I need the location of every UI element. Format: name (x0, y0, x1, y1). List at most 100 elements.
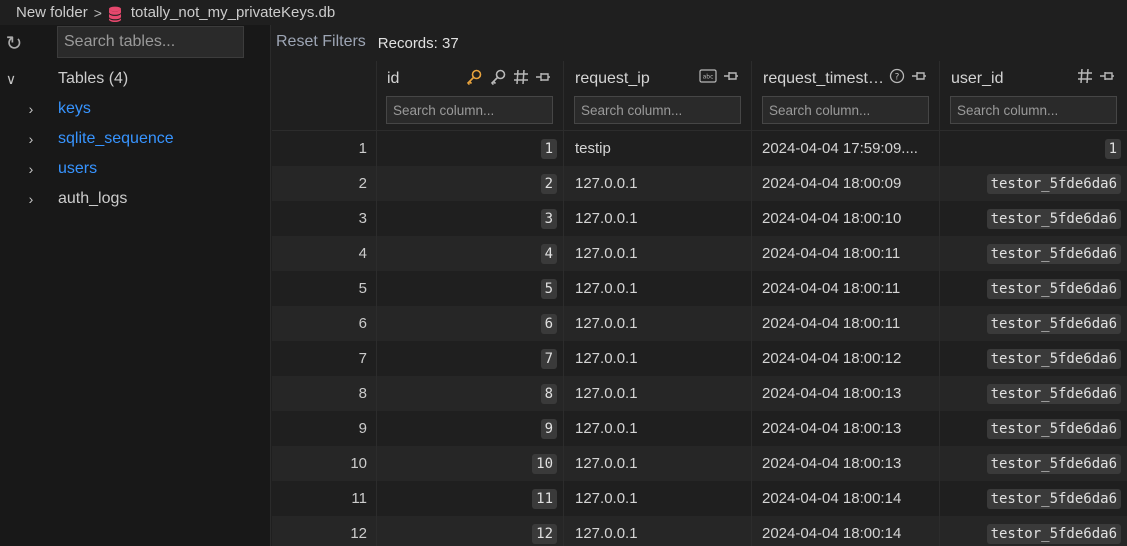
reset-filters-button[interactable]: Reset Filters (276, 33, 366, 51)
cell-user-id[interactable]: testor_5fde6da6 (940, 481, 1127, 516)
cell-request-ip[interactable]: 127.0.0.1 (564, 516, 752, 546)
column-header-id[interactable]: id (376, 61, 564, 131)
table-item-keys[interactable]: › keys (0, 95, 271, 123)
cell-user-id[interactable]: testor_5fde6da6 (940, 201, 1127, 236)
cell-id[interactable]: 3 (376, 201, 564, 236)
user-id-value: testor_5fde6da6 (986, 489, 1121, 509)
cell-request-timestamp[interactable]: 2024-04-04 18:00:11 (752, 306, 940, 341)
number-type-icon (1077, 68, 1093, 84)
cell-request-ip[interactable]: 127.0.0.1 (564, 201, 752, 236)
breadcrumb-file[interactable]: totally_not_my_privateKeys.db (131, 4, 335, 21)
primary-key-icon (465, 68, 483, 86)
cell-id[interactable]: 9 (376, 411, 564, 446)
cell-request-timestamp[interactable]: 2024-04-04 18:00:14 (752, 481, 940, 516)
table-row[interactable]: 10 10 127.0.0.1 2024-04-04 18:00:13 testor_5… (272, 446, 1127, 481)
cell-id[interactable]: 7 (376, 341, 564, 376)
row-number: 2 (358, 175, 367, 192)
column-search-input[interactable] (574, 96, 741, 124)
database-icon (108, 6, 122, 22)
id-value: 8 (540, 384, 557, 404)
cell-request-timestamp[interactable]: 2024-04-04 18:00:11 (752, 236, 940, 271)
cell-user-id[interactable]: testor_5fde6da6 (940, 271, 1127, 306)
table-row[interactable]: 11 11 127.0.0.1 2024-04-04 18:00:14 testor_5… (272, 481, 1127, 516)
column-header-request-ip[interactable]: request_ip abc (564, 61, 752, 131)
cell-user-id[interactable]: 1 (940, 131, 1127, 166)
table-item-users[interactable]: › users (0, 155, 271, 183)
cell-request-timestamp[interactable]: 2024-04-04 18:00:12 (752, 341, 940, 376)
table-row[interactable]: 8 8 127.0.0.1 2024-04-04 18:00:13 testor_5fd… (272, 376, 1127, 411)
column-search-input[interactable] (762, 96, 929, 124)
cell-request-ip[interactable]: 127.0.0.1 (564, 411, 752, 446)
search-tables-input[interactable] (57, 26, 244, 58)
table-item-auth-logs[interactable]: › auth_logs (0, 185, 271, 213)
column-search-input[interactable] (950, 96, 1117, 124)
column-title: id (387, 70, 400, 87)
table-row[interactable]: 6 6 127.0.0.1 2024-04-04 18:00:11 testor_5fd… (272, 306, 1127, 341)
id-value: 1 (540, 139, 557, 159)
cell-id[interactable]: 1 (376, 131, 564, 166)
id-value: 10 (532, 454, 557, 474)
pin-icon[interactable] (1099, 68, 1115, 84)
chevron-right-icon: › (28, 191, 34, 207)
cell-id[interactable]: 10 (376, 446, 564, 481)
user-id-value: testor_5fde6da6 (986, 419, 1121, 439)
pin-icon[interactable] (535, 69, 551, 85)
cell-user-id[interactable]: testor_5fde6da6 (940, 446, 1127, 481)
cell-user-id[interactable]: testor_5fde6da6 (940, 341, 1127, 376)
breadcrumb: New folder > totally_not_my_privateKeys.… (0, 0, 1127, 25)
pin-icon[interactable] (723, 68, 739, 84)
pin-icon[interactable] (911, 68, 927, 84)
cell-request-ip[interactable]: testip (564, 131, 752, 166)
row-number: 6 (358, 315, 367, 332)
column-icons: ? (889, 68, 927, 84)
cell-user-id[interactable]: testor_5fde6da6 (940, 516, 1127, 546)
cell-request-ip[interactable]: 127.0.0.1 (564, 306, 752, 341)
refresh-icon[interactable]: ↻ (0, 27, 28, 59)
cell-user-id[interactable]: testor_5fde6da6 (940, 236, 1127, 271)
cell-request-ip[interactable]: 127.0.0.1 (564, 376, 752, 411)
cell-request-timestamp[interactable]: 2024-04-04 18:00:13 (752, 411, 940, 446)
cell-id[interactable]: 12 (376, 516, 564, 546)
column-search-input[interactable] (386, 96, 553, 124)
column-header-request-timestamp[interactable]: request_timest… ? (752, 61, 940, 131)
cell-request-timestamp[interactable]: 2024-04-04 18:00:09 (752, 166, 940, 201)
table-row[interactable]: 3 3 127.0.0.1 2024-04-04 18:00:10 testor_5fd… (272, 201, 1127, 236)
cell-id[interactable]: 5 (376, 271, 564, 306)
table-row[interactable]: 9 9 127.0.0.1 2024-04-04 18:00:13 testor_5fd… (272, 411, 1127, 446)
table-row[interactable]: 5 5 127.0.0.1 2024-04-04 18:00:11 testor_5fd… (272, 271, 1127, 306)
cell-user-id[interactable]: testor_5fde6da6 (940, 166, 1127, 201)
cell-request-timestamp[interactable]: 2024-04-04 17:59:09.... (752, 131, 940, 166)
table-row[interactable]: 2 2 127.0.0.1 2024-04-04 18:00:09 testor_5fd… (272, 166, 1127, 201)
cell-id[interactable]: 6 (376, 306, 564, 341)
cell-request-ip[interactable]: 127.0.0.1 (564, 341, 752, 376)
cell-id[interactable]: 8 (376, 376, 564, 411)
id-value: 9 (540, 419, 557, 439)
cell-request-ip[interactable]: 127.0.0.1 (564, 166, 752, 201)
cell-request-timestamp[interactable]: 2024-04-04 18:00:13 (752, 376, 940, 411)
row-number: 4 (358, 245, 367, 262)
table-row[interactable]: 7 7 127.0.0.1 2024-04-04 18:00:12 testor_5fd… (272, 341, 1127, 376)
cell-user-id[interactable]: testor_5fde6da6 (940, 306, 1127, 341)
table-row[interactable]: 12 12 127.0.0.1 2024-04-04 18:00:14 testor_5… (272, 516, 1127, 546)
cell-request-timestamp[interactable]: 2024-04-04 18:00:14 (752, 516, 940, 546)
column-header-user-id[interactable]: user_id (940, 61, 1127, 131)
cell-user-id[interactable]: testor_5fde6da6 (940, 411, 1127, 446)
cell-request-ip[interactable]: 127.0.0.1 (564, 446, 752, 481)
data-grid: 1 1 testip 2024-04-04 17:59:09.... 1 2 2 127.0.… (272, 61, 1127, 546)
cell-request-ip[interactable]: 127.0.0.1 (564, 236, 752, 271)
cell-request-ip[interactable]: 127.0.0.1 (564, 271, 752, 306)
cell-id[interactable]: 2 (376, 166, 564, 201)
breadcrumb-folder[interactable]: New folder (16, 4, 88, 21)
cell-request-timestamp[interactable]: 2024-04-04 18:00:11 (752, 271, 940, 306)
table-item-sqlite-sequence[interactable]: › sqlite_sequence (0, 125, 271, 153)
number-type-icon (513, 69, 529, 85)
cell-id[interactable]: 4 (376, 236, 564, 271)
cell-request-ip[interactable]: 127.0.0.1 (564, 481, 752, 516)
table-row[interactable]: 4 4 127.0.0.1 2024-04-04 18:00:11 testor_5fd… (272, 236, 1127, 271)
cell-request-timestamp[interactable]: 2024-04-04 18:00:10 (752, 201, 940, 236)
table-row[interactable]: 1 1 testip 2024-04-04 17:59:09.... 1 (272, 131, 1127, 166)
cell-user-id[interactable]: testor_5fde6da6 (940, 376, 1127, 411)
cell-request-timestamp[interactable]: 2024-04-04 18:00:13 (752, 446, 940, 481)
cell-id[interactable]: 11 (376, 481, 564, 516)
tables-group[interactable]: ∨ Tables (4) (0, 65, 271, 93)
